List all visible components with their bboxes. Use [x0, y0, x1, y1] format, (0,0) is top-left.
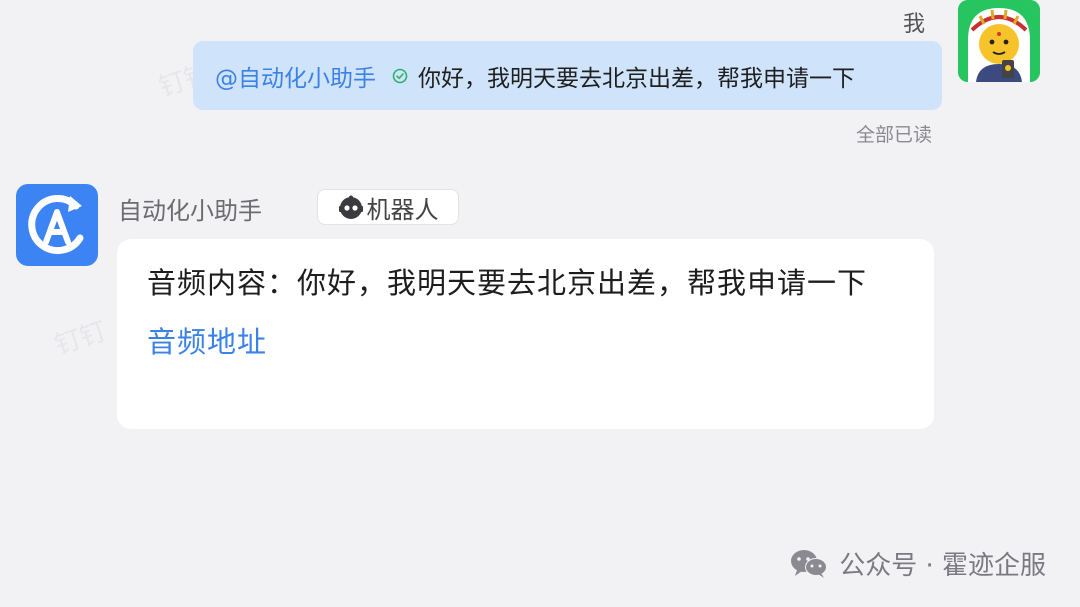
automation-logo-icon	[28, 195, 84, 254]
watermark: 钉钉	[51, 316, 111, 362]
outgoing-message-text: 你好，我明天要去北京出差，帮我申请一下	[418, 65, 855, 92]
incoming-message-bubble[interactable]: 音频内容：你好，我明天要去北京出差，帮我申请一下 音频地址	[117, 239, 934, 429]
incoming-message-text: 音频内容：你好，我明天要去北京出差，帮我申请一下	[147, 266, 868, 300]
mention-link[interactable]: @自动化小助手	[215, 59, 376, 93]
robot-badge: 机器人	[317, 189, 459, 225]
wechat-icon	[789, 548, 829, 580]
footer-source: 公众号 · 霍迹企服	[789, 545, 1046, 582]
robot-icon	[338, 194, 364, 220]
audio-link[interactable]: 音频地址	[147, 319, 267, 361]
sender-name-me: 我	[902, 12, 925, 37]
bot-sender-name[interactable]: 自动化小助手	[118, 191, 262, 226]
read-status[interactable]: 全部已读	[856, 120, 932, 147]
check-circle-icon	[392, 68, 408, 84]
avatar[interactable]	[958, 0, 1040, 82]
outgoing-message-bubble[interactable]: @自动化小助手 你好，我明天要去北京出差，帮我申请一下	[193, 41, 942, 110]
bot-avatar[interactable]	[16, 184, 98, 266]
footer-text: 公众号 · 霍迹企服	[839, 551, 1046, 581]
robot-badge-label: 机器人	[366, 195, 439, 224]
